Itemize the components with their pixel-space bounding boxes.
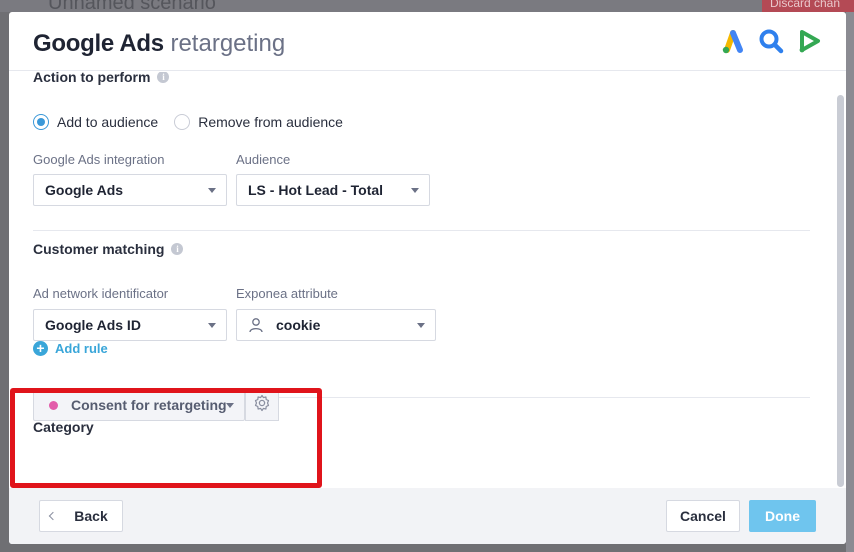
audience-value: LS - Hot Lead - Total	[248, 182, 384, 198]
chevron-left-icon	[49, 511, 58, 521]
scenario-title: Unnamed scenario	[48, 0, 216, 12]
identifier-value: Google Ads ID	[45, 317, 141, 333]
audience-select[interactable]: LS - Hot Lead - Total	[236, 174, 430, 206]
action-section-title: Action to perform i	[33, 72, 170, 85]
video-ads-icon	[794, 26, 824, 56]
remove-from-audience-label[interactable]: Remove from audience	[198, 114, 343, 130]
integration-value: Google Ads	[45, 182, 124, 198]
back-label: Back	[74, 508, 108, 524]
action-section-label: Action to perform	[33, 72, 151, 85]
highlight-annotation-box	[10, 388, 322, 488]
cancel-label: Cancel	[680, 508, 726, 524]
add-to-audience-label[interactable]: Add to audience	[57, 114, 158, 130]
attribute-label: Exponea attribute	[236, 286, 338, 301]
info-icon[interactable]: i	[171, 243, 184, 255]
background-app-edge	[846, 12, 854, 552]
person-icon	[248, 317, 264, 333]
info-icon[interactable]: i	[157, 72, 170, 83]
remove-from-audience-radio[interactable]	[174, 114, 191, 130]
integration-label: Google Ads integration	[33, 152, 165, 167]
matching-section-label: Customer matching	[33, 241, 165, 257]
modal-title-sub: retargeting	[170, 30, 286, 57]
chevron-down-icon	[411, 188, 419, 193]
chevron-down-icon	[208, 188, 216, 193]
matching-section-title: Customer matching i	[33, 241, 184, 257]
attribute-select[interactable]: cookie	[236, 309, 436, 341]
search-ads-icon	[756, 26, 786, 56]
modal-title: Google Ads retargeting	[33, 30, 285, 58]
done-button[interactable]: Done	[749, 500, 816, 532]
action-radio-group: Add to audience Remove from audience	[33, 114, 359, 130]
audience-label: Audience	[236, 152, 291, 167]
background-app-header: Unnamed scenario Discard chan	[0, 0, 854, 12]
attribute-value: cookie	[276, 317, 321, 333]
add-rule-label: Add rule	[55, 341, 108, 356]
done-label: Done	[765, 508, 800, 524]
google-ads-icon	[718, 26, 748, 56]
cancel-button[interactable]: Cancel	[666, 500, 740, 532]
integration-select[interactable]: Google Ads	[33, 174, 227, 206]
modal-title-main: Google Ads	[33, 30, 164, 57]
modal-footer: Back Cancel Done	[9, 488, 846, 544]
scrollbar[interactable]	[837, 95, 844, 487]
discard-changes-button[interactable]: Discard chan	[762, 0, 854, 12]
section-divider	[33, 230, 810, 231]
identifier-label: Ad network identificator	[33, 286, 169, 301]
add-to-audience-radio[interactable]	[33, 114, 49, 130]
identifier-select[interactable]: Google Ads ID	[33, 309, 227, 341]
header-icons	[718, 26, 824, 56]
chevron-down-icon	[417, 323, 425, 328]
add-rule-button[interactable]: + Add rule	[33, 341, 108, 356]
modal-header: Google Ads retargeting	[9, 12, 846, 71]
chevron-down-icon	[208, 323, 216, 328]
back-button[interactable]: Back	[39, 500, 123, 532]
plus-icon: +	[33, 341, 48, 356]
